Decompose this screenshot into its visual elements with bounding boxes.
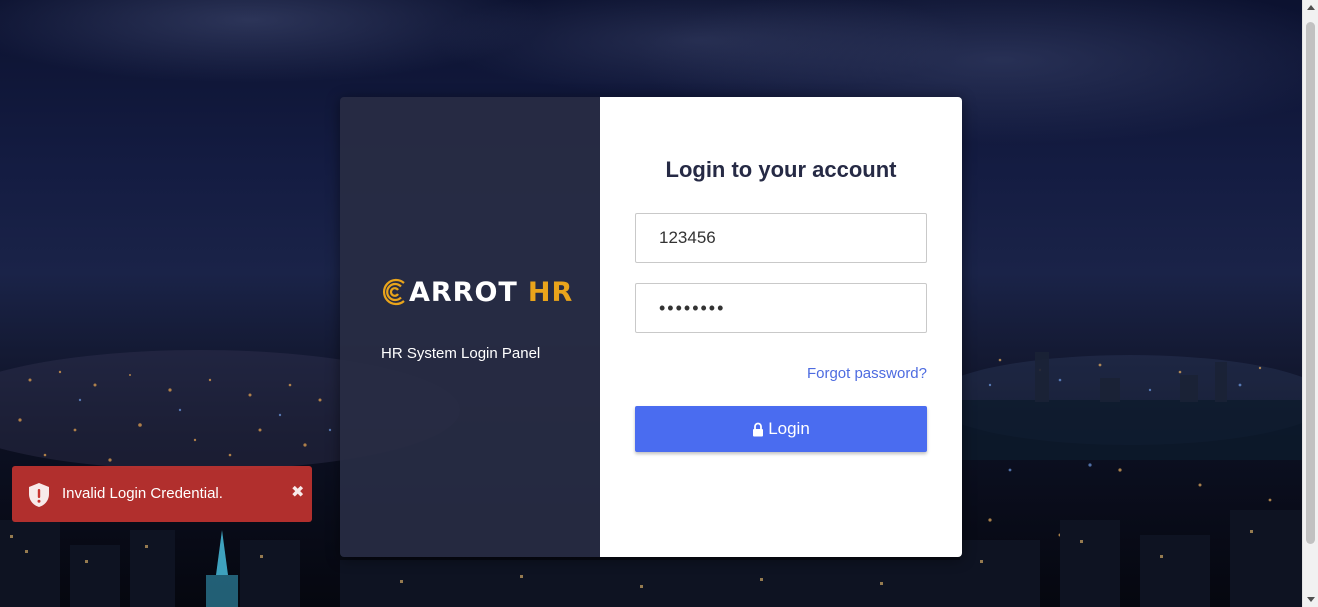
toast-message: Invalid Login Credential. <box>62 485 223 502</box>
scrollbar-thumb[interactable] <box>1306 22 1315 544</box>
username-input[interactable] <box>635 213 927 263</box>
login-button-label: Login <box>768 419 810 438</box>
scroll-up-arrow-icon[interactable] <box>1307 5 1315 10</box>
error-toast: Invalid Login Credential. ✖ <box>12 466 312 522</box>
login-form-panel: Login to your account Forgot password? L… <box>600 97 962 557</box>
login-card: ARROT HR HR System Login Panel Login to … <box>340 97 962 557</box>
page-scrollbar[interactable] <box>1302 0 1318 607</box>
forgot-password-link[interactable]: Forgot password? <box>807 365 927 382</box>
login-title: Login to your account <box>665 157 897 182</box>
lock-icon <box>752 422 764 437</box>
carrot-hr-logo: ARROT HR <box>380 275 573 309</box>
scroll-down-arrow-icon[interactable] <box>1307 597 1315 602</box>
shield-exclamation-icon <box>27 482 51 513</box>
brand-panel: ARROT HR HR System Login Panel <box>340 97 600 557</box>
panel-subtitle: HR System Login Panel <box>381 345 541 362</box>
password-input[interactable] <box>635 283 927 333</box>
logo-accent-text: HR <box>527 276 574 308</box>
toast-close-icon[interactable]: ✖ <box>291 482 304 502</box>
carrot-c-logo-icon <box>382 278 405 306</box>
login-button[interactable]: Login <box>635 406 927 452</box>
logo-text: ARROT <box>409 276 518 308</box>
